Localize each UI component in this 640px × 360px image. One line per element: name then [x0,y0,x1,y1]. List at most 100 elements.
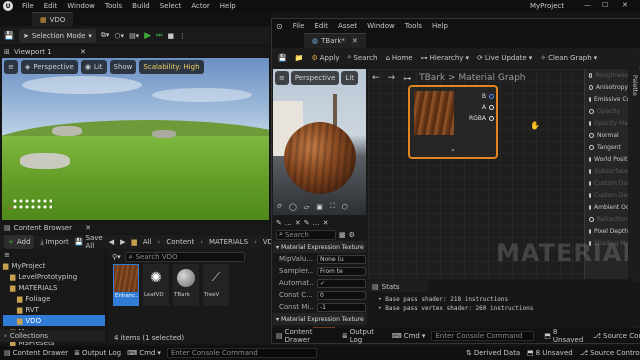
home-button[interactable]: ⌂ Home [385,54,412,62]
preview-options-button[interactable]: ≡ [275,71,289,85]
forward-arrow-icon[interactable]: → [388,73,396,83]
play-options-icon[interactable]: ⋮ [179,32,186,40]
forward-icon[interactable]: ▶ [120,238,125,246]
texture-sample-node[interactable]: B A RGBA ⌄ [408,85,498,159]
sphere-icon[interactable]: ◯ [289,203,297,211]
maximize-icon[interactable]: ☐ [602,1,608,9]
filter-icon[interactable]: ⚲▾ [112,253,121,261]
viewport[interactable]: ≡ ◈ Perspective ◉ Lit Show Scalability: … [2,58,269,220]
details-category-header-2[interactable]: ▾ Material Expression Texture Base [273,313,366,325]
close-viewport-icon[interactable]: ✕ [80,48,86,56]
material-output-pin[interactable]: Emissive Co [585,93,628,105]
stop-icon[interactable]: ■ [167,32,174,40]
perspective-button[interactable]: ◈ Perspective [20,60,78,74]
material-output-pin[interactable]: Tangent [585,141,628,153]
mat-menu-asset[interactable]: Asset [338,22,357,30]
breadcrumb-materials[interactable]: MATERIALS [209,238,248,246]
mat-unsaved-button[interactable]: ⬒ 8 Unsaved [544,328,587,344]
search-button[interactable]: ⌕ Search [347,53,377,62]
material-output-pin[interactable]: Custom Data [585,189,628,201]
breadcrumb-content[interactable]: Content [166,238,194,246]
play-advance-icon[interactable]: ⏭ [156,31,162,40]
live-update-button[interactable]: ⟳ Live Update ▾ [477,54,532,62]
material-output-pin[interactable]: Opacity [585,105,628,117]
asset-search-input[interactable]: ⌕ Search VDO [124,252,245,262]
asset-tile-tbark[interactable]: TBark [173,264,199,306]
close-details-icon[interactable]: ✕ [295,219,301,227]
mat-content-drawer-button[interactable]: ▤ Content Drawer [276,328,336,344]
preview-perspective-button[interactable]: Perspective [290,71,340,85]
output-log-button[interactable]: ≣ Output Log [74,349,121,357]
material-tab[interactable]: ◍ TBark* ✕ [304,33,366,48]
mesh-icon[interactable]: ⬡ [342,203,348,211]
details-row-value[interactable]: 0 [317,290,366,300]
mat-menu-tools[interactable]: Tools [405,22,422,30]
settings-icon[interactable]: ⚙ [349,231,355,239]
mat-menu-edit[interactable]: Edit [314,22,328,30]
unsaved-button[interactable]: ⬒ 8 Unsaved [527,349,573,357]
add-button[interactable]: + Add [4,235,35,249]
palette-tab[interactable]: Palette [629,69,640,279]
material-output-pin[interactable]: Opacity Mas [585,117,628,129]
tree-item[interactable]: ▆ MyProject [3,260,105,271]
material-output-pin[interactable]: Roughness [585,69,628,81]
tree-item[interactable]: ▆ VDO [3,315,105,326]
content-drawer-button[interactable]: ▤ Content Drawer [4,349,68,357]
mat-console-input[interactable]: Enter Console Command [431,330,535,341]
level-tab[interactable]: ▦ VDO [32,12,74,26]
tree-item[interactable]: ▆ Foliage [3,293,105,304]
source-control-button[interactable]: ⎇ Source Contro [580,349,640,357]
import-button[interactable]: ⤓ Import [40,238,68,247]
collections-header[interactable]: › Collections [0,330,105,342]
main-menu-file[interactable]: File [22,2,34,10]
hamburger-icon[interactable]: ≡ [4,251,10,259]
save-icon[interactable]: 💾 [4,31,14,40]
asset-tile-enhanced[interactable]: Enhanc... [113,264,139,306]
teapot-icon[interactable]: ⛶ [330,202,335,211]
main-menu-tools[interactable]: Tools [105,2,122,10]
hierarchy-button[interactable]: ⊶ Hierarchy ▾ [421,54,469,62]
asset-tile-tree[interactable]: ⟋ TreeV [203,264,229,306]
lit-button[interactable]: ◉ Lit [80,60,107,74]
apply-button[interactable]: ⚙ Apply [311,54,339,62]
breadcrumb-all[interactable]: All [143,238,152,246]
cinematics-icon[interactable]: ▤▾ [129,32,139,40]
cylinder-icon[interactable]: ⌭ [277,202,282,211]
stats-tab[interactable]: ▤ Stats [368,281,428,292]
mat-source-control-button[interactable]: ⎇ Source Control [593,332,640,340]
mat-menu-help[interactable]: Help [432,22,448,30]
browse-icon[interactable]: 📁 [295,54,304,62]
plane-icon[interactable]: ▱ [304,203,309,211]
details-category-header[interactable]: ▾ Material Expression Texture Sam [273,241,366,253]
minimize-icon[interactable]: — [584,1,591,9]
clean-graph-button[interactable]: ✧ Clean Graph ▾ [540,54,597,62]
main-menu-help[interactable]: Help [220,2,236,10]
close-content-browser-icon[interactable]: ✕ [85,224,91,232]
material-output-pin[interactable]: Anisotropy [585,81,628,93]
main-menu-build[interactable]: Build [132,2,150,10]
material-output-pin[interactable]: Normal [585,129,628,141]
view-options-icon[interactable]: ▦ [339,231,346,239]
blueprint-icon[interactable]: ⬡▾ [114,32,124,40]
pin-rgba[interactable]: RGBA [460,113,494,124]
main-menu-edit[interactable]: Edit [44,2,58,10]
details-row-value[interactable]: ✓ [317,278,366,288]
material-preview-viewport[interactable]: ≡ Perspective Lit ⌭ ◯ ▱ ▣ ⛶ ⬡ [273,69,366,215]
add-actor-icon[interactable]: ⧉▾ [101,31,110,40]
material-output-pin[interactable]: Ambient Occ [585,201,628,213]
selection-mode-button[interactable]: ➤ Selection Mode ▾ [18,28,96,43]
material-output-pin[interactable]: Refraction [585,213,628,225]
tree-item[interactable]: ▆ RVT [3,304,105,315]
viewport-options-button[interactable]: ≡ [4,60,18,74]
save-icon[interactable]: 💾 [278,54,287,62]
material-output-pin[interactable]: World Positi [585,153,628,165]
pin-b[interactable]: B [460,91,494,102]
cmd-dropdown[interactable]: ⌨ Cmd ▾ [127,349,161,357]
play-button[interactable]: ▶ [144,31,151,41]
main-menu-actor[interactable]: Actor [191,2,209,10]
asset-tile-leaf[interactable]: ✺ LeafVD [143,264,169,306]
viewport-tab[interactable]: ⊞ Viewport 1 ✕ [0,47,270,58]
details-row-value[interactable]: None (u [317,254,366,264]
save-all-button[interactable]: 💾 Save All [75,234,103,250]
main-menu-window[interactable]: Window [67,2,95,10]
